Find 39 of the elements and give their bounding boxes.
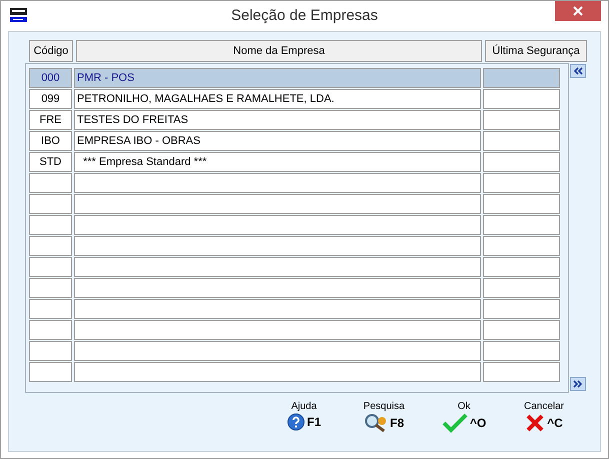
scroll-down-button[interactable] — [570, 377, 586, 391]
close-icon — [573, 6, 583, 16]
table-cell: TESTES DO FREITAS — [74, 110, 481, 130]
empty-cell — [29, 257, 72, 277]
close-button[interactable] — [555, 1, 601, 21]
table-cell: *** Empresa Standard *** — [74, 152, 481, 172]
cancel-button[interactable]: Cancelar ^C — [504, 401, 584, 433]
table-cell: IBO — [29, 131, 72, 151]
search-button[interactable]: Pesquisa F8 — [344, 401, 424, 433]
empty-cell — [29, 194, 72, 214]
empty-cell — [29, 173, 72, 193]
empty-cell — [29, 236, 72, 256]
table-cell: STD — [29, 152, 72, 172]
column-header[interactable]: Nome da Empresa — [76, 40, 482, 62]
scroll-up-button[interactable] — [570, 64, 586, 78]
table-cell: PETRONILHO, MAGALHAES E RAMALHETE, LDA. — [74, 89, 481, 109]
window-title: Seleção de Empresas — [231, 6, 378, 26]
ok-button[interactable]: Ok ^O — [424, 401, 504, 433]
table-cell: EMPRESA IBO - OBRAS — [74, 131, 481, 151]
app-logo-icon — [10, 8, 27, 22]
empty-cell — [29, 278, 72, 298]
cross-icon — [525, 413, 546, 433]
table-cell: FRE — [29, 110, 72, 130]
table-cell: 000 — [29, 68, 72, 88]
checkmark-icon — [442, 413, 468, 433]
empty-cell — [29, 320, 72, 340]
empty-cell — [29, 341, 72, 361]
double-chevron-left-icon — [573, 67, 583, 75]
table-cell: PMR - POS — [74, 68, 481, 88]
help-icon — [286, 413, 305, 431]
empty-cell — [29, 299, 72, 319]
empty-cell — [29, 215, 72, 235]
help-button[interactable]: Ajuda F1 — [264, 401, 344, 433]
column-header[interactable]: Código — [29, 40, 73, 62]
magnifier-icon — [364, 413, 388, 433]
table-cell: 099 — [29, 89, 72, 109]
column-header[interactable]: Última Segurança — [485, 40, 587, 62]
empty-cell — [29, 362, 72, 382]
double-chevron-right-icon — [573, 380, 583, 388]
